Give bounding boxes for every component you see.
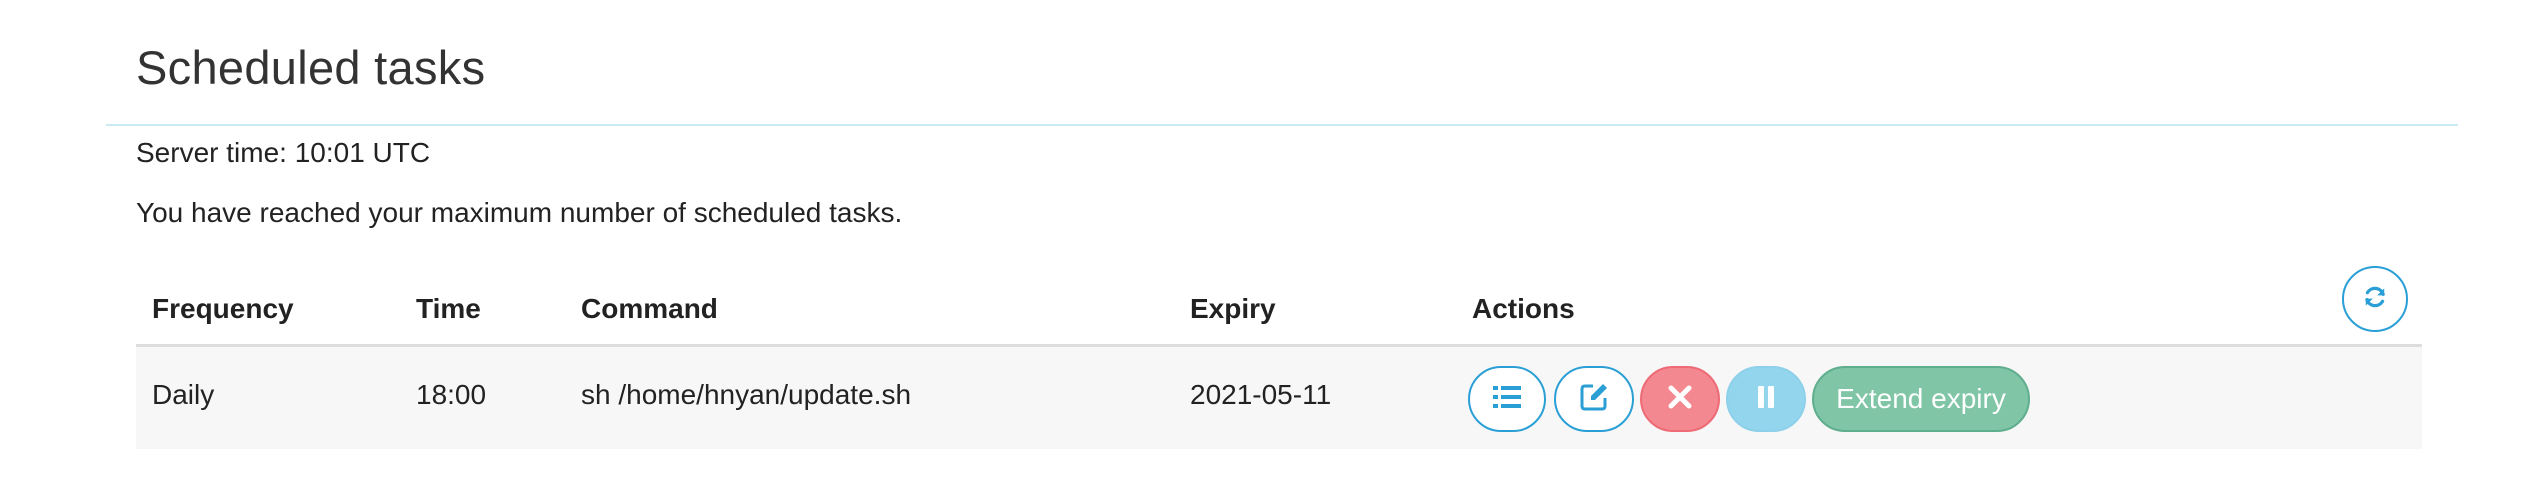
view-log-button[interactable] bbox=[1468, 366, 1546, 432]
pause-task-button[interactable] bbox=[1726, 366, 1806, 432]
edit-task-button[interactable] bbox=[1554, 366, 1634, 432]
list-icon bbox=[1492, 384, 1522, 415]
cell-time: 18:00 bbox=[416, 379, 487, 410]
server-time: Server time: 10:01 UTC bbox=[136, 137, 431, 168]
cell-frequency: Daily bbox=[152, 379, 215, 410]
pause-icon bbox=[1756, 385, 1776, 414]
page-title: Scheduled tasks bbox=[136, 41, 486, 94]
column-header-expiry: Expiry bbox=[1190, 293, 1276, 324]
delete-task-button[interactable] bbox=[1640, 366, 1720, 432]
title-divider bbox=[106, 124, 2458, 126]
column-header-actions: Actions bbox=[1472, 293, 1575, 324]
column-header-frequency: Frequency bbox=[152, 293, 294, 324]
scheduled-tasks-page: Scheduled tasks Server time: 10:01 UTC Y… bbox=[0, 0, 2532, 488]
table-row: Daily 18:00 sh /home/hnyan/update.sh 202… bbox=[136, 347, 2422, 449]
cell-command: sh /home/hnyan/update.sh bbox=[581, 379, 912, 410]
close-icon bbox=[1667, 384, 1693, 415]
task-limit-message: You have reached your maximum number of … bbox=[136, 197, 903, 228]
edit-icon bbox=[1579, 382, 1609, 417]
column-header-command: Command bbox=[581, 293, 718, 324]
table-header: Frequency Time Command Expiry Actions bbox=[136, 280, 2422, 346]
column-header-time: Time bbox=[416, 293, 481, 324]
cell-expiry: 2021-05-11 bbox=[1190, 379, 1332, 410]
extend-expiry-button[interactable]: Extend expiry bbox=[1812, 366, 2030, 432]
